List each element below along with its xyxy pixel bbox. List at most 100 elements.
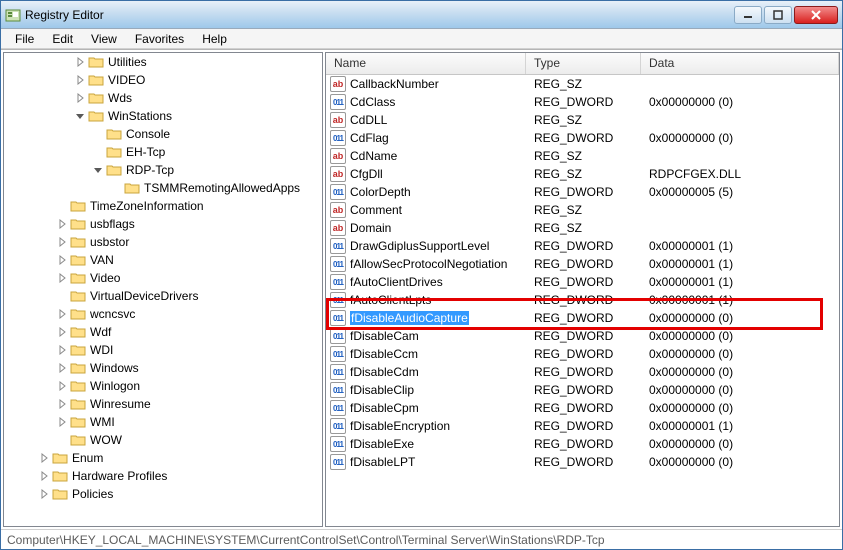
tree-node[interactable]: Wds [4,89,322,107]
maximize-button[interactable] [764,6,792,24]
folder-icon [88,55,104,69]
expander-icon[interactable] [56,254,68,266]
value-row[interactable]: CfgDllREG_SZRDPCFGEX.DLL [326,165,839,183]
minimize-button[interactable] [734,6,762,24]
tree-node[interactable]: Winlogon [4,377,322,395]
close-button[interactable] [794,6,838,24]
expander-icon[interactable] [74,92,86,104]
tree-node[interactable]: Console [4,125,322,143]
binary-value-icon [330,400,346,416]
expander-icon[interactable] [56,362,68,374]
value-row[interactable]: fDisableCcmREG_DWORD0x00000000 (0) [326,345,839,363]
expander-icon[interactable] [38,470,50,482]
expander-icon[interactable] [56,380,68,392]
value-data: 0x00000001 (1) [641,257,839,271]
tree-node[interactable]: Hardware Profiles [4,467,322,485]
expander-icon[interactable] [92,164,104,176]
folder-icon [70,325,86,339]
value-row[interactable]: fDisableCamREG_DWORD0x00000000 (0) [326,327,839,345]
expander-icon[interactable] [56,272,68,284]
tree-node[interactable]: VIDEO [4,71,322,89]
column-header-type[interactable]: Type [526,53,641,74]
value-row[interactable]: DrawGdiplusSupportLevelREG_DWORD0x000000… [326,237,839,255]
value-row[interactable]: CallbackNumberREG_SZ [326,75,839,93]
tree-node[interactable]: EH-Tcp [4,143,322,161]
tree-node[interactable]: wcncsvc [4,305,322,323]
app-icon [5,7,21,23]
value-row[interactable]: fAutoClientLptsREG_DWORD0x00000001 (1) [326,291,839,309]
tree-node[interactable]: WinStations [4,107,322,125]
expander-icon[interactable] [56,236,68,248]
tree-node[interactable]: RDP-Tcp [4,161,322,179]
tree-node-label: WDI [88,343,115,357]
binary-value-icon [330,184,346,200]
expander-icon[interactable] [74,110,86,122]
tree-node[interactable]: VirtualDeviceDrivers [4,287,322,305]
column-header-name[interactable]: Name [326,53,526,74]
value-data: 0x00000000 (0) [641,131,839,145]
value-row[interactable]: DomainREG_SZ [326,219,839,237]
value-row[interactable]: fDisableAudioCaptureREG_DWORD0x00000000 … [326,309,839,327]
tree-node[interactable]: Enum [4,449,322,467]
value-row[interactable]: fDisableEncryptionREG_DWORD0x00000001 (1… [326,417,839,435]
tree-node[interactable]: WDI [4,341,322,359]
tree-node[interactable]: usbstor [4,233,322,251]
window-title: Registry Editor [25,8,734,22]
value-row[interactable]: CdNameREG_SZ [326,147,839,165]
value-name: CfgDll [350,167,383,181]
value-name: CdFlag [350,131,389,145]
value-row[interactable]: CdFlagREG_DWORD0x00000000 (0) [326,129,839,147]
expander-icon[interactable] [38,488,50,500]
tree-node[interactable]: WMI [4,413,322,431]
value-row[interactable]: fDisableCdmREG_DWORD0x00000000 (0) [326,363,839,381]
expander-icon[interactable] [56,344,68,356]
value-row[interactable]: CdDLLREG_SZ [326,111,839,129]
value-data: 0x00000000 (0) [641,401,839,415]
menu-file[interactable]: File [7,30,42,48]
column-header-data[interactable]: Data [641,53,839,74]
title-bar[interactable]: Registry Editor [1,1,842,29]
folder-icon [106,127,122,141]
tree-pane[interactable]: UtilitiesVIDEOWdsWinStationsConsoleEH-Tc… [3,52,323,527]
listview-body[interactable]: CallbackNumberREG_SZCdClassREG_DWORD0x00… [326,75,839,526]
value-row[interactable]: ColorDepthREG_DWORD0x00000005 (5) [326,183,839,201]
tree-node[interactable]: Policies [4,485,322,503]
expander-icon[interactable] [38,452,50,464]
menu-view[interactable]: View [83,30,125,48]
menu-help[interactable]: Help [194,30,235,48]
menu-bar: File Edit View Favorites Help [1,29,842,49]
value-type: REG_DWORD [526,329,641,343]
tree-node[interactable]: VAN [4,251,322,269]
tree-node[interactable]: TimeZoneInformation [4,197,322,215]
tree-node[interactable]: Utilities [4,53,322,71]
tree-node[interactable]: Wdf [4,323,322,341]
value-name: fDisableCcm [350,347,418,361]
expander-icon[interactable] [56,308,68,320]
binary-value-icon [330,310,346,326]
value-row[interactable]: fDisableClipREG_DWORD0x00000000 (0) [326,381,839,399]
value-row[interactable]: fDisableLPTREG_DWORD0x00000000 (0) [326,453,839,471]
value-data: 0x00000001 (1) [641,419,839,433]
menu-favorites[interactable]: Favorites [127,30,192,48]
value-name: fDisableLPT [350,455,415,469]
value-row[interactable]: fAutoClientDrivesREG_DWORD0x00000001 (1) [326,273,839,291]
tree-node[interactable]: usbflags [4,215,322,233]
expander-icon[interactable] [56,218,68,230]
value-row[interactable]: fDisableCpmREG_DWORD0x00000000 (0) [326,399,839,417]
value-type: REG_DWORD [526,185,641,199]
tree-node[interactable]: WOW [4,431,322,449]
tree-node[interactable]: Winresume [4,395,322,413]
value-row[interactable]: fAllowSecProtocolNegotiationREG_DWORD0x0… [326,255,839,273]
value-row[interactable]: CdClassREG_DWORD0x00000000 (0) [326,93,839,111]
value-row[interactable]: CommentREG_SZ [326,201,839,219]
tree-node[interactable]: Video [4,269,322,287]
expander-icon[interactable] [74,74,86,86]
expander-icon[interactable] [56,398,68,410]
tree-node[interactable]: Windows [4,359,322,377]
value-row[interactable]: fDisableExeREG_DWORD0x00000000 (0) [326,435,839,453]
expander-icon[interactable] [56,416,68,428]
expander-icon[interactable] [56,326,68,338]
menu-edit[interactable]: Edit [44,30,81,48]
expander-icon[interactable] [74,56,86,68]
tree-node[interactable]: TSMMRemotingAllowedApps [4,179,322,197]
